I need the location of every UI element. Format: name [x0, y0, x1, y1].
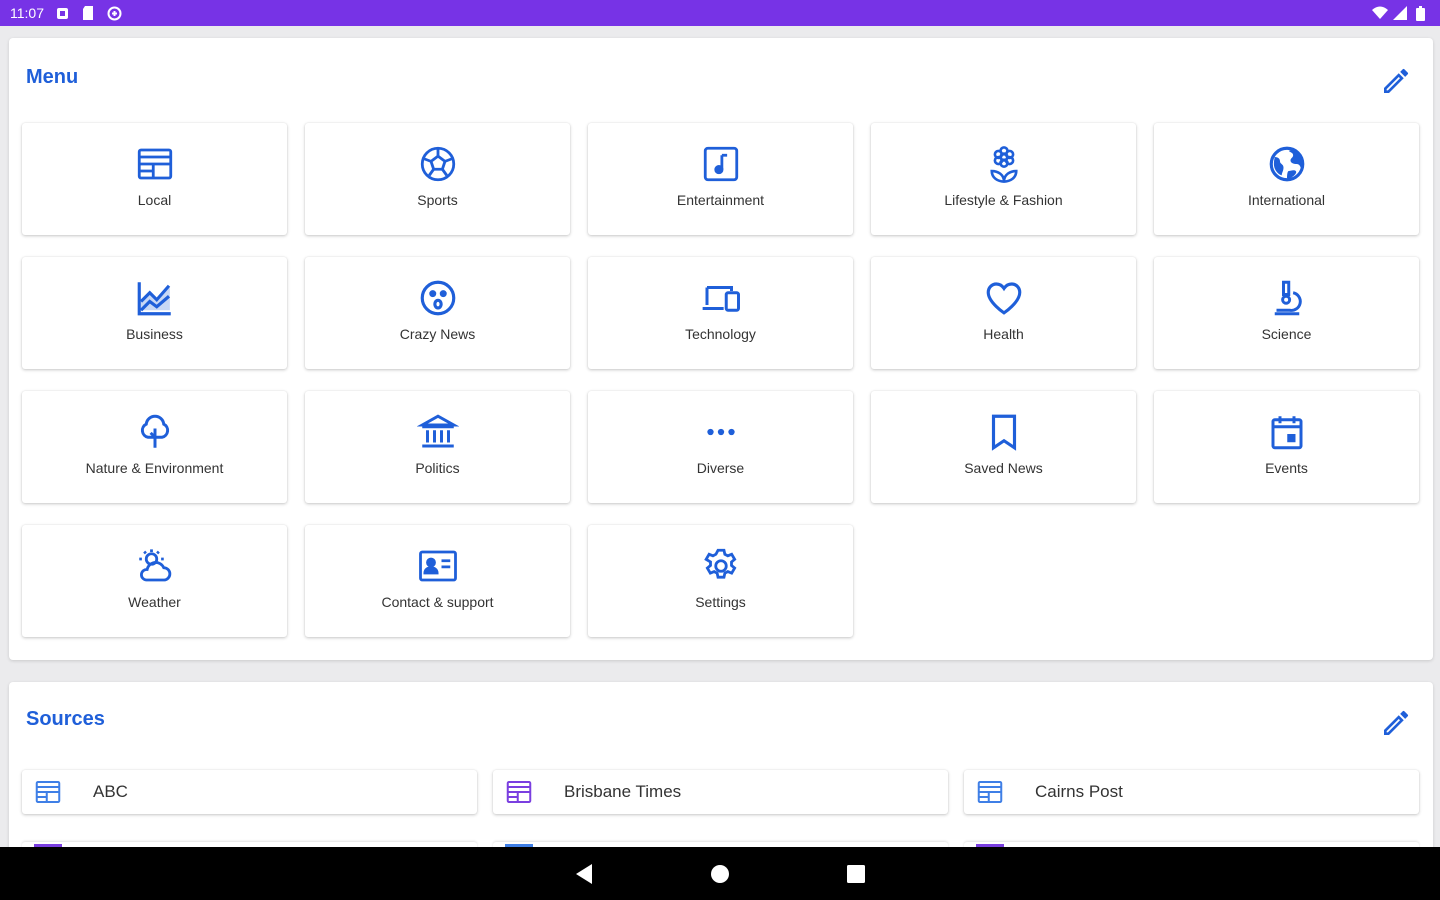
status-right [1372, 5, 1428, 21]
menu-tile-diverse[interactable]: Diverse [588, 391, 853, 503]
newspaper-icon [32, 776, 64, 808]
menu-tile-science[interactable]: Science [1154, 257, 1419, 369]
newspaper-icon [503, 776, 535, 808]
menu-edit-button[interactable] [1379, 64, 1413, 98]
menu-tile-lifestyle[interactable]: Lifestyle & Fashion [871, 123, 1136, 235]
flower-icon [983, 143, 1025, 185]
menu-tile-label: Politics [415, 460, 460, 476]
menu-tile-international[interactable]: International [1154, 123, 1419, 235]
notification-icon [54, 5, 70, 21]
globe-icon [1266, 143, 1308, 185]
menu-tile-label: Diverse [696, 460, 745, 476]
menu-tile-label: Lifestyle & Fashion [944, 192, 1063, 208]
pencil-icon [1384, 68, 1409, 93]
soccer-ball-icon [417, 143, 459, 185]
source-label: Brisbane Times [564, 782, 682, 801]
menu-tile-label: Saved News [964, 460, 1043, 476]
source-item-cairns-post[interactable]: Cairns Post [964, 770, 1419, 814]
menu-tile-settings[interactable]: Settings [588, 525, 853, 637]
data-saver-icon [106, 5, 122, 21]
menu-tile-label: Science [1261, 326, 1312, 342]
recents-icon [847, 864, 865, 883]
sources-edit-button[interactable] [1379, 706, 1413, 740]
bookmark-icon [983, 411, 1025, 453]
gear-icon [700, 545, 742, 587]
chart-icon [134, 277, 176, 319]
status-time: 11:07 [10, 5, 44, 21]
pencil-icon [1384, 710, 1409, 735]
heart-icon [983, 277, 1025, 319]
source-label: Cairns Post [1035, 782, 1123, 801]
source-item-brisbane-times[interactable]: Brisbane Times [493, 770, 948, 814]
menu-tile-weather[interactable]: Weather [22, 525, 287, 637]
menu-tile-label: Settings [695, 594, 746, 610]
music-note-icon [700, 143, 742, 185]
menu-tile-local[interactable]: Local [22, 123, 287, 235]
back-button[interactable] [570, 860, 598, 888]
menu-tile-business[interactable]: Business [22, 257, 287, 369]
menu-tile-label: Entertainment [676, 192, 765, 208]
menu-tile-label: Weather [128, 594, 181, 610]
surprised-face-icon [417, 277, 459, 319]
menu-tile-label: Events [1265, 460, 1308, 476]
devices-icon [700, 277, 742, 319]
menu-card: Menu Local Sports Entertainment Lifestyl… [9, 38, 1433, 660]
menu-tile-saved-news[interactable]: Saved News [871, 391, 1136, 503]
menu-tile-label: Sports [417, 192, 458, 208]
menu-title: Menu [26, 66, 79, 88]
signal-icon [1392, 5, 1408, 21]
sources-card: Sources ABC Brisbane Times Cairns Post [9, 682, 1433, 862]
status-bar: 11:07 [0, 0, 1440, 26]
back-icon [576, 863, 592, 884]
menu-tile-label: International [1247, 192, 1326, 208]
sources-title: Sources [26, 708, 105, 730]
menu-tile-contact[interactable]: Contact & support [305, 525, 570, 637]
menu-tile-label: Business [126, 326, 183, 342]
menu-tile-events[interactable]: Events [1154, 391, 1419, 503]
navigation-bar [0, 847, 1440, 900]
menu-tile-label: Health [983, 326, 1024, 342]
source-label: ABC [93, 782, 128, 801]
home-icon [711, 864, 729, 883]
calendar-icon [1266, 411, 1308, 453]
wifi-icon [1372, 5, 1388, 21]
sd-card-icon [80, 5, 96, 21]
microscope-icon [1266, 277, 1308, 319]
source-item-abc[interactable]: ABC [22, 770, 477, 814]
menu-tile-technology[interactable]: Technology [588, 257, 853, 369]
menu-tile-politics[interactable]: Politics [305, 391, 570, 503]
newspaper-icon [134, 143, 176, 185]
recents-button[interactable] [842, 860, 870, 888]
tree-icon [134, 411, 176, 453]
home-button[interactable] [706, 860, 734, 888]
menu-tile-label: Contact & support [381, 594, 494, 610]
menu-tile-entertainment[interactable]: Entertainment [588, 123, 853, 235]
bank-icon [416, 411, 459, 453]
menu-tile-label: Crazy News [399, 326, 476, 342]
menu-tile-sports[interactable]: Sports [305, 123, 570, 235]
status-left: 11:07 [10, 5, 122, 21]
menu-tile-label: Nature & Environment [85, 460, 224, 476]
menu-tile-label: Local [137, 192, 172, 208]
menu-tile-crazy-news[interactable]: Crazy News [305, 257, 570, 369]
contact-card-icon [417, 545, 459, 587]
battery-icon [1412, 5, 1428, 21]
menu-tile-nature[interactable]: Nature & Environment [22, 391, 287, 503]
more-horizontal-icon [700, 411, 742, 453]
menu-tile-label: Technology [685, 326, 756, 342]
newspaper-icon [974, 776, 1006, 808]
weather-icon [134, 545, 176, 587]
menu-tile-health[interactable]: Health [871, 257, 1136, 369]
